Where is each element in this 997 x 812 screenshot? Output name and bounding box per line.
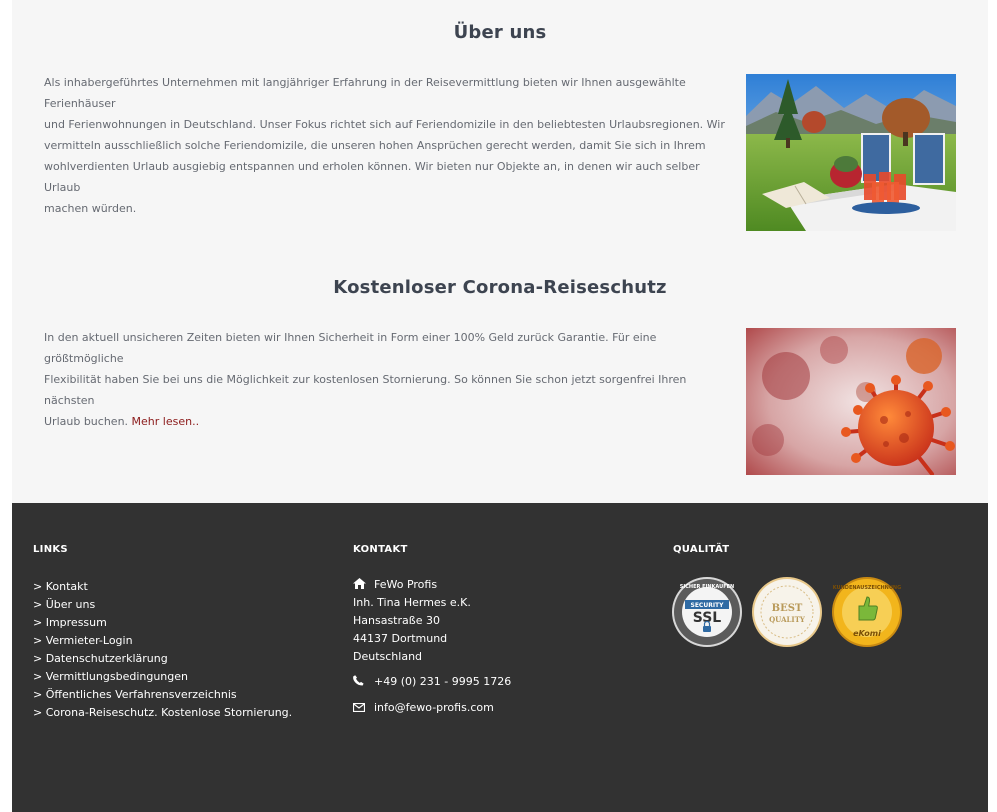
- ekomi-ring-text: KUNDENAUSZEICHNUNG: [833, 585, 901, 591]
- footer-link[interactable]: > Impressum: [33, 616, 107, 629]
- about-text-line: und Ferienwohnungen in Deutschland. Unse…: [44, 118, 725, 131]
- best-quality-badge[interactable]: BEST QUALITY: [751, 576, 823, 648]
- footer-link-impressum: > Impressum: [33, 614, 333, 632]
- contact-city: 44137 Dortmund: [353, 632, 448, 645]
- ssl-security-badge[interactable]: SICHER EINKAUFEN SECURITY SSL: [671, 576, 743, 648]
- footer-link[interactable]: > Über uns: [33, 598, 95, 611]
- best-badge-line1: BEST: [772, 603, 803, 614]
- about-text-line: wohlverdienten Urlaub ausgiebig entspann…: [44, 160, 700, 194]
- footer-links-column: LINKS > Kontakt > Über uns > Impressum >…: [33, 544, 333, 722]
- about-text: Als inhabergeführtes Unternehmen mit lan…: [44, 72, 729, 219]
- footer-link[interactable]: > Vermieter-Login: [33, 634, 133, 647]
- footer-link[interactable]: > Vermittlungsbedingungen: [33, 670, 188, 683]
- corona-text-last: Urlaub buchen.: [44, 415, 129, 428]
- footer-quality-column: QUALITÄT: [673, 544, 953, 555]
- footer-link-verfahrensverzeichnis: > Öffentliches Verfahrensverzeichnis: [33, 686, 333, 704]
- corona-text-line: Flexibilität haben Sie bei uns die Mögli…: [44, 373, 687, 407]
- footer-link[interactable]: > Corona-Reiseschutz. Kostenlose Stornie…: [33, 706, 292, 719]
- ssl-badge-security-text: SECURITY: [691, 602, 725, 609]
- contact-heading: KONTAKT: [353, 544, 408, 555]
- home-icon: [353, 578, 367, 592]
- vacation-terrace-image: [746, 74, 956, 231]
- footer-link-datenschutz: > Datenschutzerklärung: [33, 650, 333, 668]
- page: Über uns Als inhabergeführtes Unternehme…: [12, 0, 988, 812]
- quality-heading: QUALITÄT: [673, 544, 730, 555]
- contact-phone: +49 (0) 231 - 9995 1726: [353, 675, 511, 689]
- footer-link-ueber-uns: > Über uns: [33, 596, 333, 614]
- contact-street: Hansastraße 30: [353, 614, 440, 627]
- about-text-line: machen würden.: [44, 202, 137, 215]
- about-text-line: Als inhabergeführtes Unternehmen mit lan…: [44, 76, 686, 110]
- about-title: Über uns: [453, 22, 547, 43]
- corona-text-line: Urlaub buchen. Mehr lesen..: [44, 411, 729, 432]
- footer-link-vermittlungsbedingungen: > Vermittlungsbedingungen: [33, 668, 333, 686]
- footer-link[interactable]: > Öffentliches Verfahrensverzeichnis: [33, 688, 237, 701]
- footer-contact-column: KONTAKT FeWo Profis Inh. Tina Hermes e.K…: [352, 544, 653, 734]
- ekomi-badge[interactable]: KUNDENAUSZEICHNUNG eKomi: [831, 576, 903, 648]
- company-name: FeWo Profis: [374, 578, 438, 591]
- contact-owner: Inh. Tina Hermes e.K.: [353, 596, 471, 609]
- footer-links-list: > Kontakt > Über uns > Impressum > Vermi…: [33, 578, 333, 722]
- footer-link[interactable]: > Kontakt: [33, 580, 88, 593]
- about-text-line: vermitteln ausschließlich solche Feriend…: [44, 139, 706, 152]
- ssl-badge-top-text: SICHER EINKAUFEN: [680, 584, 734, 590]
- corona-text: In den aktuell unsicheren Zeiten bieten …: [44, 327, 729, 432]
- phone-icon: [353, 675, 367, 689]
- envelope-icon: [352, 702, 367, 715]
- corona-text-line: In den aktuell unsicheren Zeiten bieten …: [44, 331, 657, 365]
- coronavirus-image: [746, 328, 956, 475]
- main-content: Über uns Als inhabergeführtes Unternehme…: [12, 0, 988, 503]
- contact-country: Deutschland: [353, 650, 423, 663]
- lock-icon: [703, 626, 711, 632]
- ssl-badge-main-text: SSL: [693, 610, 722, 626]
- links-heading: LINKS: [33, 544, 68, 555]
- contact-email: info@fewo-profis.com: [352, 701, 494, 715]
- email-link[interactable]: info@fewo-profis.com: [374, 701, 494, 714]
- corona-title: Kostenloser Corona-Reiseschutz: [333, 277, 667, 298]
- contact-company: FeWo Profis: [353, 578, 437, 592]
- footer-link[interactable]: > Datenschutzerklärung: [33, 652, 168, 665]
- read-more-link[interactable]: Mehr lesen..: [132, 415, 200, 428]
- footer-link-kontakt: > Kontakt: [33, 578, 333, 596]
- footer-link-vermieter-login: > Vermieter-Login: [33, 632, 333, 650]
- best-badge-line2: QUALITY: [769, 615, 806, 624]
- footer-link-corona: > Corona-Reiseschutz. Kostenlose Stornie…: [33, 704, 333, 722]
- ekomi-name-text: eKomi: [853, 629, 881, 638]
- phone-number[interactable]: +49 (0) 231 - 9995 1726: [374, 675, 511, 688]
